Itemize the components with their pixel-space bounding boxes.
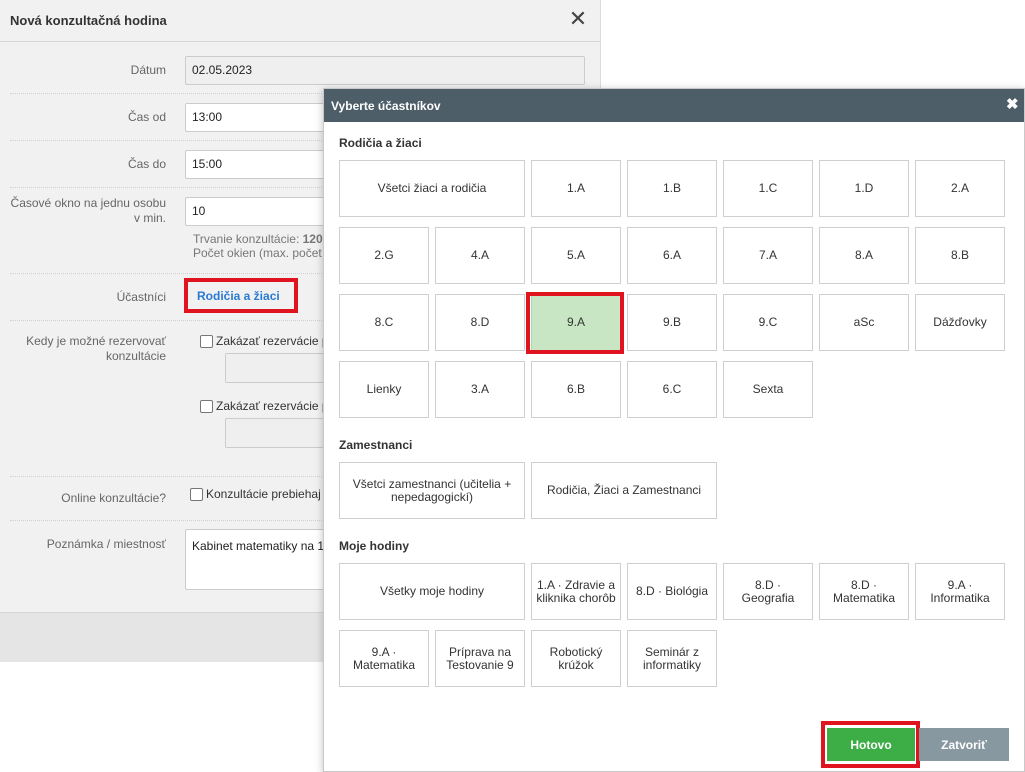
class-tile[interactable]: 2.G xyxy=(339,227,429,284)
section-staff-title: Zamestnanci xyxy=(339,438,413,452)
duration-hint: Trvanie konzultácie: 120 xyxy=(193,232,323,246)
staff-tile[interactable]: Rodičia, Žiaci a Zamestnanci xyxy=(531,462,717,519)
class-tile[interactable]: 1.A xyxy=(531,160,621,217)
class-tile[interactable]: 8.A xyxy=(819,227,909,284)
dialog-header: Nová konzultačná hodina ✕ xyxy=(0,0,600,42)
parents-grid: Všetci žiaci a rodičia 1.A 1.B 1.C 1.D 2.A 2.G… xyxy=(339,160,1005,420)
section-lessons-title: Moje hodiny xyxy=(339,539,409,553)
lesson-tile[interactable]: Príprava na Testovanie 9 xyxy=(435,630,525,687)
class-tile[interactable]: Sexta xyxy=(723,361,813,418)
class-tile[interactable]: 4.A xyxy=(435,227,525,284)
class-tile[interactable]: 9.B xyxy=(627,294,717,351)
duration-hint-prefix: Trvanie konzultácie: xyxy=(193,232,303,246)
class-tile[interactable]: 3.A xyxy=(435,361,525,418)
lesson-tile[interactable]: Robotický krúžok xyxy=(531,630,621,687)
windows-hint: Počet okien (max. počet xyxy=(193,246,322,260)
class-tile[interactable]: aSc xyxy=(819,294,909,351)
close-button[interactable]: Zatvoriť xyxy=(919,728,1009,761)
time-window-label: Časové okno na jednu osobu v min. xyxy=(10,196,166,225)
class-tile[interactable]: 6.C xyxy=(627,361,717,418)
class-tile[interactable]: 8.C xyxy=(339,294,429,351)
lesson-tile[interactable]: Seminár z informatiky xyxy=(627,630,717,687)
online-label: Online konzultácie? xyxy=(61,491,166,505)
class-tile[interactable]: 8.D xyxy=(435,294,525,351)
reservation-check-2[interactable]: Zakázať rezervácie p xyxy=(200,399,329,413)
checkbox[interactable] xyxy=(190,487,203,501)
class-tile[interactable]: 6.B xyxy=(531,361,621,418)
section-parents-title: Rodičia a žiaci xyxy=(339,136,422,150)
close-icon[interactable]: ✖ xyxy=(1006,97,1019,113)
lesson-tile[interactable]: 9.A · Informatika xyxy=(915,563,1005,620)
close-icon[interactable]: ✕ xyxy=(567,8,589,30)
staff-grid: Všetci zamestnanci (učitelia + nepedagog… xyxy=(339,462,1005,520)
reservation-label: Kedy je možné rezervovať konzultácie xyxy=(26,334,166,363)
lesson-tile[interactable]: 8.D · Geografia xyxy=(723,563,813,620)
selected-item-highlight xyxy=(526,292,624,354)
class-tile[interactable]: Všetci žiaci a rodičia xyxy=(339,160,525,217)
participants-link-highlight: Rodičia a žiaci xyxy=(184,278,298,313)
reservation-check-2-label: Zakázať rezervácie p xyxy=(216,399,329,413)
class-tile[interactable]: 9.C xyxy=(723,294,813,351)
class-tile[interactable]: 6.A xyxy=(627,227,717,284)
class-tile[interactable]: 8.B xyxy=(915,227,1005,284)
select-participants-modal: Vyberte účastníkov ✖ Rodičia a žiaci Vše… xyxy=(323,88,1025,772)
class-tile[interactable]: 1.D xyxy=(819,160,909,217)
class-tile[interactable]: 1.B xyxy=(627,160,717,217)
modal-title: Vyberte účastníkov xyxy=(331,99,441,113)
participants-label: Účastníci xyxy=(116,290,166,304)
class-tile[interactable]: 5.A xyxy=(531,227,621,284)
checkbox[interactable] xyxy=(200,399,213,413)
class-tile[interactable]: Dážďovky xyxy=(915,294,1005,351)
staff-tile[interactable]: Všetci zamestnanci (učitelia + nepedagog… xyxy=(339,462,525,519)
dialog-title: Nová konzultačná hodina xyxy=(10,13,167,28)
class-tile[interactable]: Lienky xyxy=(339,361,429,418)
reservation-check-1-label: Zakázať rezervácie p xyxy=(216,334,329,348)
class-tile[interactable]: 2.A xyxy=(915,160,1005,217)
note-label: Poznámka / miestnosť xyxy=(46,537,166,551)
duration-hint-value: 120 xyxy=(302,232,323,246)
date-label: Dátum xyxy=(130,63,166,77)
time-from-label: Čas od xyxy=(127,110,166,124)
lesson-tile[interactable]: 9.A · Matematika xyxy=(339,630,429,687)
lesson-tile[interactable]: 8.D · Biológia xyxy=(627,563,717,620)
lessons-grid: Všetky moje hodiny 1.A · Zdravie a klikni… xyxy=(339,563,1005,689)
checkbox[interactable] xyxy=(200,334,213,348)
done-button[interactable]: Hotovo xyxy=(827,728,915,761)
time-to-label: Čas do xyxy=(127,157,166,171)
class-tile[interactable]: 1.C xyxy=(723,160,813,217)
reservation-check-1[interactable]: Zakázať rezervácie p xyxy=(200,334,329,348)
lesson-tile[interactable]: 1.A · Zdravie a kliknika chorôb xyxy=(531,563,621,620)
date-field[interactable]: 02.05.2023 xyxy=(185,56,585,85)
online-check-label: Konzultácie prebiehaj xyxy=(206,487,321,501)
lesson-tile[interactable]: 8.D · Matematika xyxy=(819,563,909,620)
lesson-tile[interactable]: Všetky moje hodiny xyxy=(339,563,525,620)
class-tile[interactable]: 7.A xyxy=(723,227,813,284)
participants-link[interactable]: Rodičia a žiaci xyxy=(197,289,280,303)
online-check[interactable]: Konzultácie prebiehaj xyxy=(190,487,321,501)
modal-header: Vyberte účastníkov ✖ xyxy=(324,89,1024,122)
